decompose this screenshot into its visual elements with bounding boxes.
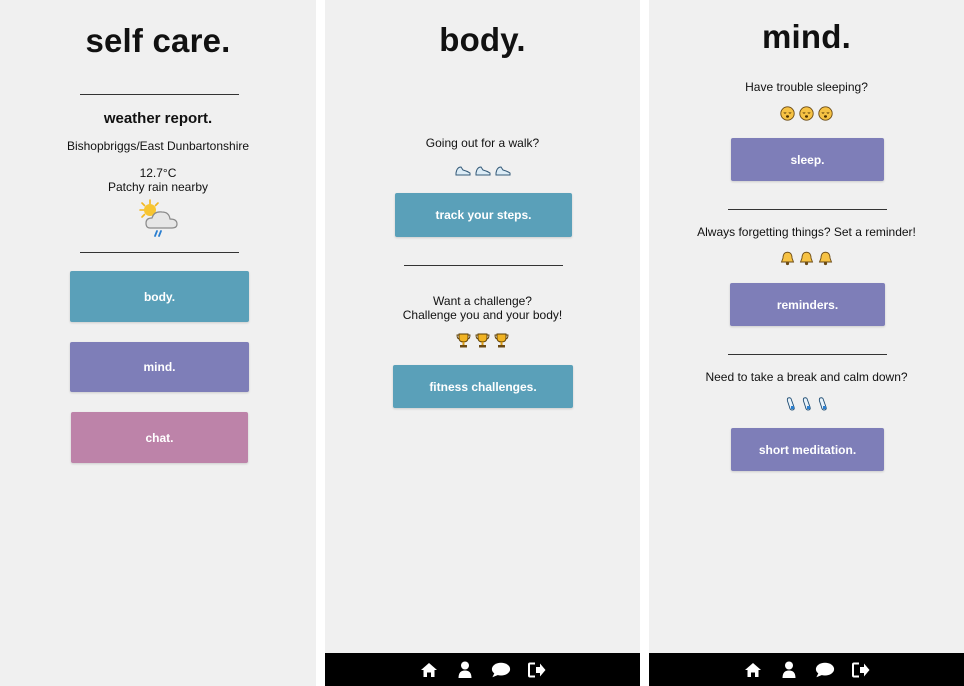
weather-temperature: 12.7°C [139, 166, 177, 180]
shoe-icon [475, 166, 490, 176]
divider [80, 94, 239, 95]
page-title: body. [439, 21, 526, 58]
footer-nav [325, 653, 640, 686]
sun-cloud-rain-icon [136, 198, 182, 238]
reminders-button[interactable]: reminders. [730, 283, 885, 326]
page-title: self care. [85, 22, 231, 59]
sleeping-face-icon [780, 106, 795, 121]
shoe-icon-row [325, 165, 640, 177]
logout-icon[interactable] [851, 660, 871, 680]
body-panel: body. Going out for a walk? track your s… [325, 0, 640, 686]
sleeping-face-icon [799, 106, 814, 121]
reminder-prompt: Always forgetting things? Set a reminder… [697, 225, 916, 239]
bell-icon [799, 251, 814, 266]
break-prompt: Need to take a break and calm down? [705, 370, 908, 384]
divider [80, 252, 239, 253]
logout-icon[interactable] [527, 660, 547, 680]
trophy-icon [475, 333, 490, 348]
feet-icon [802, 397, 811, 411]
feet-icon-row [649, 396, 964, 411]
footer-nav [649, 653, 964, 686]
sleeping-face-icon [818, 106, 833, 121]
chat-icon[interactable] [491, 660, 511, 680]
shoe-icon [495, 166, 510, 176]
chat-icon[interactable] [815, 660, 835, 680]
trophy-icon [494, 333, 509, 348]
feet-icon [786, 397, 795, 411]
feet-icon [818, 397, 827, 411]
home-icon[interactable] [419, 660, 439, 680]
weather-condition: Patchy rain nearby [107, 180, 209, 194]
home-icon[interactable] [743, 660, 763, 680]
mind-panel: mind. Have trouble sleeping? sleep. Alwa… [649, 0, 964, 686]
bell-icon [818, 251, 833, 266]
sleep-prompt: Have trouble sleeping? [745, 80, 868, 94]
page-title: mind. [762, 18, 851, 55]
divider [728, 354, 887, 355]
chat-button[interactable]: chat. [71, 412, 248, 463]
user-icon[interactable] [455, 660, 475, 680]
short-meditation-button[interactable]: short meditation. [731, 428, 884, 471]
trophy-icon [456, 333, 471, 348]
bell-icon [780, 251, 795, 266]
fitness-challenges-button[interactable]: fitness challenges. [393, 365, 573, 408]
body-button[interactable]: body. [70, 271, 249, 322]
shoe-icon [455, 166, 470, 176]
divider [404, 265, 563, 266]
weather-location: Bishopbriggs/East Dunbartonshire [66, 139, 250, 153]
bell-icon-row [649, 251, 964, 266]
challenge-prompt-line2: Challenge you and your body! [402, 308, 563, 322]
trophy-icon-row [325, 333, 640, 348]
sleep-button[interactable]: sleep. [731, 138, 884, 181]
sleeping-face-icon-row [649, 106, 964, 121]
user-icon[interactable] [779, 660, 799, 680]
divider [728, 209, 887, 210]
weather-heading: weather report. [103, 110, 213, 127]
home-panel: self care. weather report. Bishopbriggs/… [0, 0, 316, 686]
walk-prompt: Going out for a walk? [425, 136, 540, 150]
mind-button[interactable]: mind. [70, 342, 249, 392]
track-steps-button[interactable]: track your steps. [395, 193, 572, 237]
challenge-prompt-line1: Want a challenge? [433, 294, 532, 308]
